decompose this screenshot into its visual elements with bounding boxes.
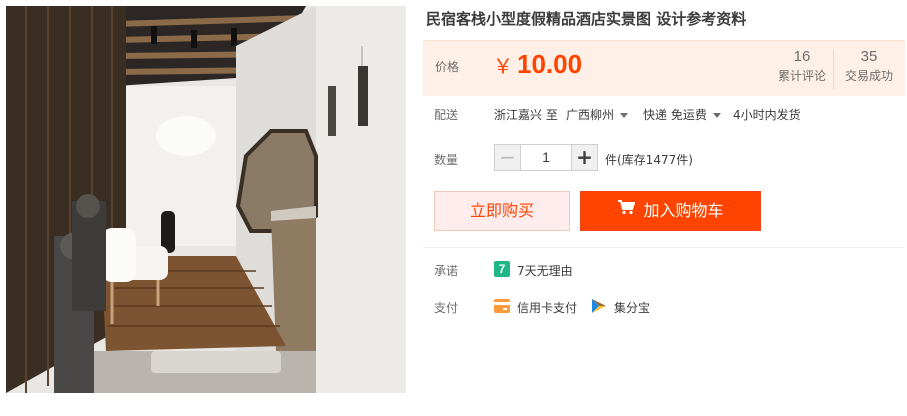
price-label: 价格 <box>435 60 460 74</box>
credit-card-icon <box>494 298 510 314</box>
chevron-down-icon <box>712 113 721 118</box>
promise-row: 承诺 <box>434 262 458 279</box>
reviews-count: 16 <box>793 48 811 65</box>
shopping-cart-icon <box>617 191 636 229</box>
quantity-label: 数量 <box>434 153 459 167</box>
stats-divider <box>833 49 834 89</box>
increase-button[interactable]: + <box>571 145 597 170</box>
price-amount: 10.00 <box>517 49 583 79</box>
jifenbao-icon <box>591 298 607 314</box>
ship-to-select[interactable]: 广西柳州 <box>566 106 629 123</box>
add-to-cart-button[interactable]: 加入购物车 <box>580 191 761 231</box>
quantity-row: 数量 <box>434 151 458 168</box>
promise-label: 承诺 <box>434 264 459 278</box>
shipping-method-value: 快递 免运费 <box>643 108 707 122</box>
deals-label: 交易成功 <box>844 69 893 83</box>
delivery-row: 配送 <box>434 106 458 123</box>
seven-day-return-icon: 7 <box>494 261 510 277</box>
shipping-method-select[interactable]: 快递 免运费 <box>643 106 721 123</box>
product-title: 民宿客栈小型度假精品酒店实景图 设计参考资料 <box>426 10 747 28</box>
currency-symbol: ￥ <box>493 54 513 78</box>
credit-card-payment[interactable]: 信用卡支付 <box>517 299 577 316</box>
section-divider <box>423 247 905 248</box>
ship-time: 4小时内发货 <box>733 108 801 122</box>
seven-day-return-link[interactable]: 7天无理由 <box>517 262 573 279</box>
ship-to-value: 广西柳州 <box>566 108 615 122</box>
quantity-input[interactable] <box>521 145 571 170</box>
decrease-button[interactable]: − <box>495 145 521 170</box>
delivery-label: 配送 <box>434 108 459 122</box>
reviews-stat[interactable]: 16 累计评论 <box>773 47 831 85</box>
payment-label: 支付 <box>434 301 459 315</box>
hotel-interior-photo <box>6 6 406 393</box>
price-panel: 价格 ￥ 10.00 16 累计评论 35 交易成功 <box>423 40 905 96</box>
jifenbao-payment[interactable]: 集分宝 <box>614 299 650 316</box>
chevron-down-icon <box>620 113 629 118</box>
ship-from: 浙江嘉兴 至 <box>494 108 558 122</box>
buy-now-button[interactable]: 立即购买 <box>434 191 570 231</box>
add-to-cart-label: 加入购物车 <box>643 201 724 220</box>
product-image[interactable] <box>6 6 406 393</box>
quantity-stepper: − + <box>494 144 598 171</box>
stock-info: 件(库存1477件) <box>605 153 693 167</box>
deals-count: 35 <box>860 48 878 65</box>
deals-stat: 35 交易成功 <box>840 47 898 85</box>
payment-row: 支付 <box>434 299 458 316</box>
price-value: ￥ 10.00 <box>493 49 582 80</box>
reviews-label: 累计评论 <box>777 69 826 83</box>
